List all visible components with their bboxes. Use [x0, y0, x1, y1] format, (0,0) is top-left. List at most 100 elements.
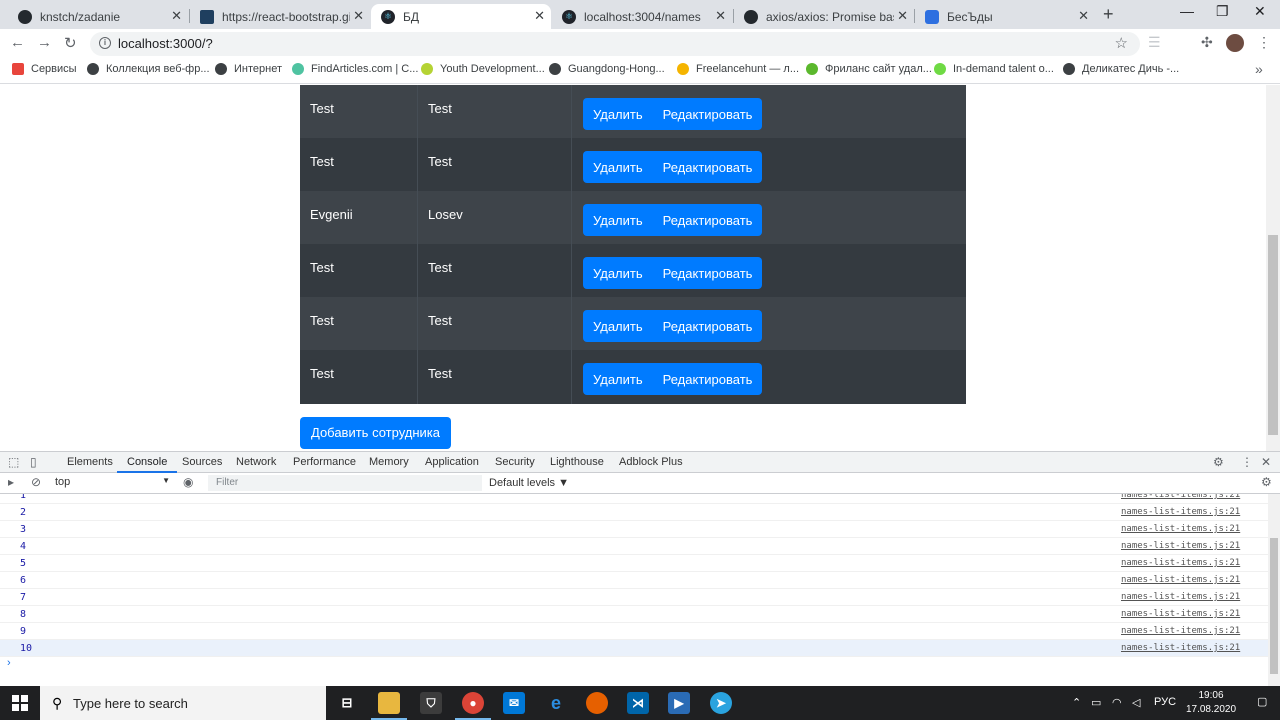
- delete-button[interactable]: Удалить: [583, 372, 653, 387]
- log-source-link[interactable]: names-list-items.js:21: [1121, 541, 1240, 551]
- browser-tab[interactable]: БесЪды ✕: [915, 4, 1095, 29]
- edge-icon[interactable]: e: [545, 692, 567, 714]
- file-explorer-icon[interactable]: [371, 692, 407, 720]
- edit-button[interactable]: Редактировать: [653, 107, 763, 122]
- tray-expand-icon[interactable]: ⌃: [1072, 696, 1081, 709]
- tab-sources[interactable]: Sources: [182, 456, 222, 468]
- log-source-link[interactable]: names-list-items.js:21: [1121, 558, 1240, 568]
- battery-icon[interactable]: ▭: [1091, 696, 1101, 709]
- log-source-link[interactable]: names-list-items.js:21: [1121, 592, 1240, 602]
- windows-start-icon[interactable]: [12, 695, 28, 711]
- browser-tab[interactable]: ⚛ localhost:3004/names ✕: [552, 4, 732, 29]
- log-source-link[interactable]: names-list-items.js:21: [1121, 609, 1240, 619]
- vscode-icon[interactable]: ⋊: [627, 692, 649, 714]
- close-icon[interactable]: ✕: [353, 8, 364, 24]
- console-settings-icon[interactable]: ⚙: [1261, 475, 1272, 489]
- delete-button[interactable]: Удалить: [583, 160, 653, 175]
- bookmark-item[interactable]: In-demand talent o...: [934, 63, 1054, 75]
- edit-button[interactable]: Редактировать: [653, 213, 763, 228]
- maximize-icon[interactable]: ❐: [1216, 3, 1229, 20]
- tab-network[interactable]: Network: [236, 456, 276, 468]
- scrollbar-thumb[interactable]: [1268, 235, 1278, 435]
- taskbar-search-box[interactable]: ⚲ Type here to search: [40, 686, 326, 720]
- new-tab-button[interactable]: +: [1103, 4, 1114, 25]
- forward-icon[interactable]: →: [37, 34, 52, 51]
- site-info-icon[interactable]: i: [99, 37, 111, 49]
- bookmark-item[interactable]: FindArticles.com | C...: [292, 63, 418, 75]
- edit-button[interactable]: Редактировать: [653, 266, 763, 281]
- close-icon[interactable]: ✕: [534, 8, 545, 24]
- close-icon[interactable]: ✕: [715, 8, 726, 24]
- tab-security[interactable]: Security: [495, 456, 535, 468]
- browser-tab[interactable]: axios/axios: Promise based H ✕: [734, 4, 914, 29]
- log-source-link[interactable]: names-list-items.js:21: [1121, 507, 1240, 517]
- inspect-element-icon[interactable]: ⬚: [8, 455, 19, 469]
- delete-button[interactable]: Удалить: [583, 266, 653, 281]
- browser-tab[interactable]: https://react-bootstrap.githu ✕: [190, 4, 370, 29]
- scrollbar-thumb[interactable]: [1270, 538, 1278, 674]
- close-icon[interactable]: ✕: [897, 8, 908, 24]
- avatar[interactable]: [1226, 34, 1244, 52]
- bookmark-item[interactable]: Guangdong-Hong...: [549, 63, 665, 75]
- console-prompt[interactable]: ›: [7, 657, 11, 669]
- close-devtools-icon[interactable]: ✕: [1261, 455, 1271, 469]
- wifi-icon[interactable]: ◠: [1112, 696, 1122, 709]
- settings-gear-icon[interactable]: ⚙: [1213, 455, 1224, 469]
- notifications-icon[interactable]: ▢: [1257, 695, 1267, 708]
- more-bookmarks-icon[interactable]: »: [1255, 61, 1263, 77]
- delete-button[interactable]: Удалить: [583, 213, 653, 228]
- tab-memory[interactable]: Memory: [369, 456, 409, 468]
- bookmark-star-icon[interactable]: ☆: [1115, 34, 1128, 52]
- reading-list-icon[interactable]: ☰: [1148, 34, 1161, 51]
- log-source-link[interactable]: names-list-items.js:21: [1121, 524, 1240, 534]
- log-source-link[interactable]: names-list-items.js:21: [1121, 494, 1240, 500]
- telegram-icon[interactable]: ➤: [710, 692, 732, 714]
- language-indicator[interactable]: РУС: [1154, 696, 1176, 708]
- log-levels-dropdown[interactable]: Default levels ▼: [489, 477, 569, 489]
- url-text[interactable]: localhost:3000/?: [118, 36, 213, 51]
- bookmark-item[interactable]: Интернет: [215, 63, 282, 75]
- bookmark-item[interactable]: Деликатес Дичь -...: [1063, 63, 1179, 75]
- close-icon[interactable]: ✕: [1078, 8, 1089, 24]
- tab-performance[interactable]: Performance: [293, 456, 356, 468]
- tab-console[interactable]: Console: [116, 456, 178, 473]
- edit-button[interactable]: Редактировать: [653, 160, 763, 175]
- delete-button[interactable]: Удалить: [583, 107, 653, 122]
- chrome-icon[interactable]: ●: [455, 692, 491, 720]
- store-icon[interactable]: ⛉: [420, 692, 442, 714]
- address-bar[interactable]: i localhost:3000/? ☆: [90, 32, 1140, 56]
- tab-application[interactable]: Application: [425, 456, 479, 468]
- bookmark-item[interactable]: Youth Development...: [421, 63, 545, 75]
- taskbar-clock[interactable]: 19:06 17.08.2020: [1185, 689, 1237, 717]
- sidebar-toggle-icon[interactable]: ▸: [8, 475, 14, 489]
- page-scrollbar[interactable]: [1266, 85, 1280, 451]
- close-icon[interactable]: ✕: [171, 8, 182, 24]
- bookmark-item[interactable]: Коллекция веб-фр...: [87, 63, 210, 75]
- bookmark-item[interactable]: Фриланс сайт удал...: [806, 63, 932, 75]
- context-selector[interactable]: top ▼: [55, 476, 170, 490]
- bookmark-item[interactable]: Freelancehunt — л...: [677, 63, 799, 75]
- add-employee-button[interactable]: Добавить сотрудника: [300, 417, 451, 449]
- firefox-icon[interactable]: [586, 692, 608, 714]
- device-toolbar-icon[interactable]: ▯: [30, 455, 37, 469]
- task-view-icon[interactable]: ⊟: [336, 692, 358, 714]
- more-options-icon[interactable]: ⋮: [1241, 455, 1253, 469]
- edit-button[interactable]: Редактировать: [653, 372, 763, 387]
- live-expression-eye-icon[interactable]: ◉: [183, 475, 193, 489]
- bookmark-apps[interactable]: Сервисы: [12, 63, 77, 75]
- back-icon[interactable]: ←: [10, 34, 25, 51]
- menu-icon[interactable]: ⋮: [1257, 34, 1271, 51]
- reload-icon[interactable]: ↻: [64, 34, 77, 52]
- mail-icon[interactable]: ✉: [503, 692, 525, 714]
- tab-elements[interactable]: Elements: [67, 456, 113, 468]
- edit-button[interactable]: Редактировать: [653, 319, 763, 334]
- browser-tab-active[interactable]: ⚛ БД ✕: [371, 4, 551, 29]
- delete-button[interactable]: Удалить: [583, 319, 653, 334]
- clear-console-icon[interactable]: ⊘: [31, 475, 41, 489]
- console-filter-input[interactable]: Filter: [208, 475, 482, 491]
- volume-icon[interactable]: ◁: [1132, 696, 1140, 709]
- tab-adblock-plus[interactable]: Adblock Plus: [619, 456, 683, 468]
- tab-lighthouse[interactable]: Lighthouse: [550, 456, 604, 468]
- log-source-link[interactable]: names-list-items.js:21: [1121, 626, 1240, 636]
- extensions-icon[interactable]: ✣: [1201, 34, 1213, 51]
